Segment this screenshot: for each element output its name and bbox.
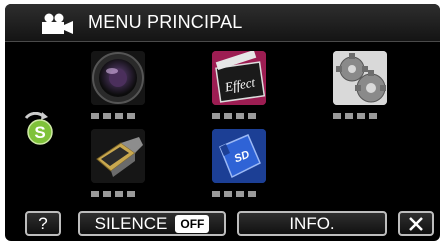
hdmi-connector-icon[interactable]	[91, 129, 145, 183]
tile-indicator-dots	[91, 191, 135, 197]
video-camera-icon	[42, 13, 73, 34]
camera-lens-icon[interactable]	[91, 51, 145, 105]
close-icon	[409, 216, 423, 231]
tile-indicator-dots	[212, 191, 256, 197]
header-bar: MENU PRINCIPAL	[5, 4, 440, 42]
info-button[interactable]: INFO.	[237, 211, 387, 236]
silence-off-badge: OFF	[175, 214, 210, 233]
tile-indicator-dots	[333, 113, 377, 119]
close-button[interactable]	[398, 211, 434, 236]
settings-gears-icon[interactable]	[333, 51, 387, 105]
help-button[interactable]: ?	[25, 211, 61, 236]
page-title: MENU PRINCIPAL	[88, 12, 243, 32]
silence-button[interactable]: SILENCE OFF	[78, 211, 226, 236]
help-label: ?	[38, 213, 48, 233]
silence-mode-s-icon[interactable]: S	[21, 112, 57, 146]
sd-card-icon[interactable]: SD	[212, 129, 266, 183]
tile-indicator-dots	[91, 113, 135, 119]
tile-indicator-dots	[212, 113, 256, 119]
lcd-screen: MENU PRINCIPAL S Effect SD ? SILENCE OFF…	[5, 4, 440, 241]
info-label: INFO.	[289, 213, 335, 233]
effect-clapper-icon[interactable]: Effect	[212, 51, 266, 105]
silence-label: SILENCE	[94, 213, 168, 233]
svg-text:S: S	[34, 123, 45, 142]
bottom-toolbar: ? SILENCE OFF INFO.	[5, 207, 440, 241]
